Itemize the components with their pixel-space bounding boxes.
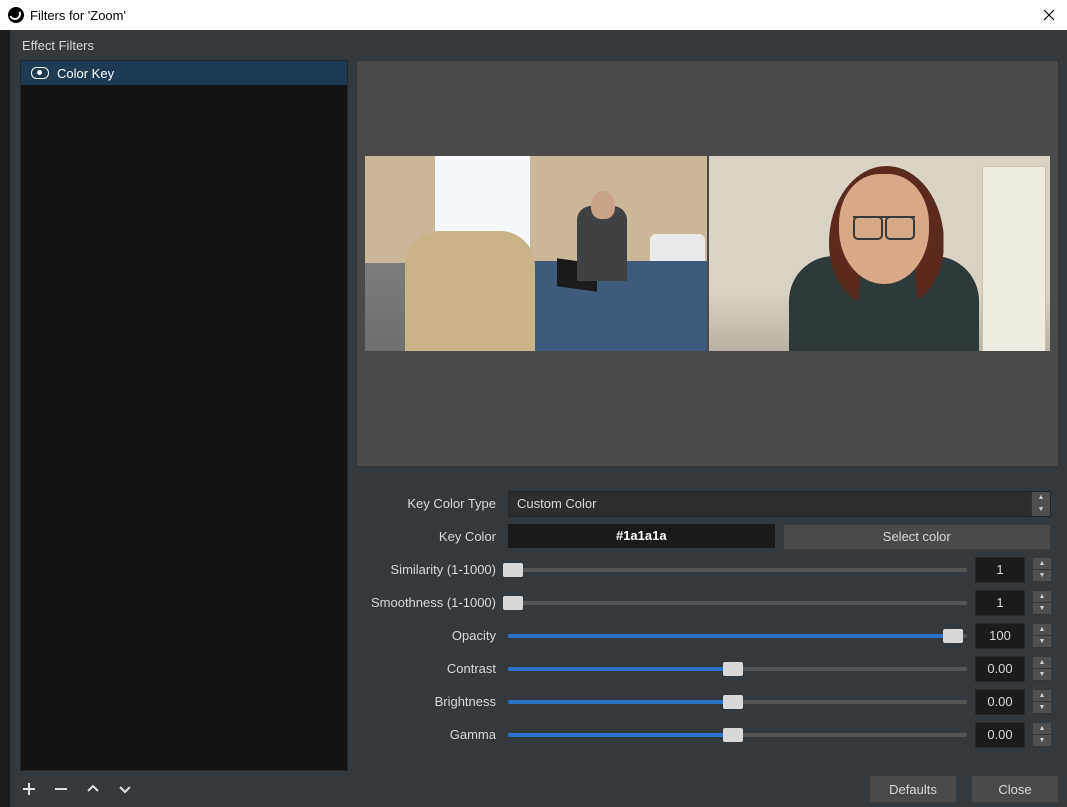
opacity-value[interactable]: 100	[975, 623, 1025, 649]
key-color-type-select[interactable]: Custom Color ▲▼	[508, 491, 1051, 517]
contrast-slider[interactable]	[508, 667, 967, 671]
smoothness-row: Smoothness (1-1000) 1▲▼	[356, 586, 1051, 619]
brightness-stepper[interactable]: ▲▼	[1033, 690, 1051, 714]
controls-panel: Key Color Type Custom Color ▲▼ Key Color…	[356, 467, 1059, 771]
move-up-button[interactable]	[84, 780, 102, 798]
preview-video-right	[709, 156, 1051, 351]
select-spinner-icon: ▲▼	[1031, 492, 1050, 516]
window-close-button[interactable]	[1039, 5, 1059, 25]
similarity-value[interactable]: 1	[975, 557, 1025, 583]
gamma-stepper[interactable]: ▲▼	[1033, 723, 1051, 747]
filter-item-color-key[interactable]: Color Key	[21, 61, 347, 85]
chevron-down-icon	[118, 782, 132, 796]
visibility-icon[interactable]	[31, 67, 49, 79]
close-icon	[1043, 9, 1055, 21]
gamma-value[interactable]: 0.00	[975, 722, 1025, 748]
smoothness-stepper[interactable]: ▲▼	[1033, 591, 1051, 615]
gamma-slider[interactable]	[508, 733, 967, 737]
key-color-label: Key Color	[356, 529, 508, 544]
opacity-slider[interactable]	[508, 634, 967, 638]
similarity-stepper[interactable]: ▲▼	[1033, 558, 1051, 582]
minus-icon	[54, 782, 68, 796]
add-filter-button[interactable]	[20, 780, 38, 798]
brightness-value[interactable]: 0.00	[975, 689, 1025, 715]
filter-item-label: Color Key	[57, 66, 114, 81]
defaults-button[interactable]: Defaults	[869, 775, 957, 803]
preview-video-left	[365, 156, 707, 351]
similarity-slider[interactable]	[508, 568, 967, 572]
similarity-row: Similarity (1-1000) 1▲▼	[356, 553, 1051, 586]
filter-list: Color Key	[20, 60, 348, 771]
opacity-stepper[interactable]: ▲▼	[1033, 624, 1051, 648]
contrast-row: Contrast 0.00▲▼	[356, 652, 1051, 685]
window-title: Filters for 'Zoom'	[30, 8, 126, 23]
opacity-row: Opacity 100▲▼	[356, 619, 1051, 652]
effect-filters-heading: Effect Filters	[10, 30, 365, 60]
key-color-type-label: Key Color Type	[356, 496, 508, 511]
title-bar: Filters for 'Zoom'	[0, 0, 1067, 30]
move-down-button[interactable]	[116, 780, 134, 798]
brightness-slider[interactable]	[508, 700, 967, 704]
select-color-button[interactable]: Select color	[783, 524, 1052, 550]
gamma-row: Gamma 0.00▲▼	[356, 718, 1051, 751]
contrast-value[interactable]: 0.00	[975, 656, 1025, 682]
brightness-row: Brightness 0.00▲▼	[356, 685, 1051, 718]
chevron-up-icon	[86, 782, 100, 796]
plus-icon	[22, 782, 36, 796]
obs-logo-icon	[8, 7, 24, 23]
contrast-stepper[interactable]: ▲▼	[1033, 657, 1051, 681]
smoothness-value[interactable]: 1	[975, 590, 1025, 616]
close-button[interactable]: Close	[971, 775, 1059, 803]
smoothness-slider[interactable]	[508, 601, 967, 605]
preview-pane	[356, 60, 1059, 467]
key-color-hex: #1a1a1a	[508, 524, 775, 548]
remove-filter-button[interactable]	[52, 780, 70, 798]
